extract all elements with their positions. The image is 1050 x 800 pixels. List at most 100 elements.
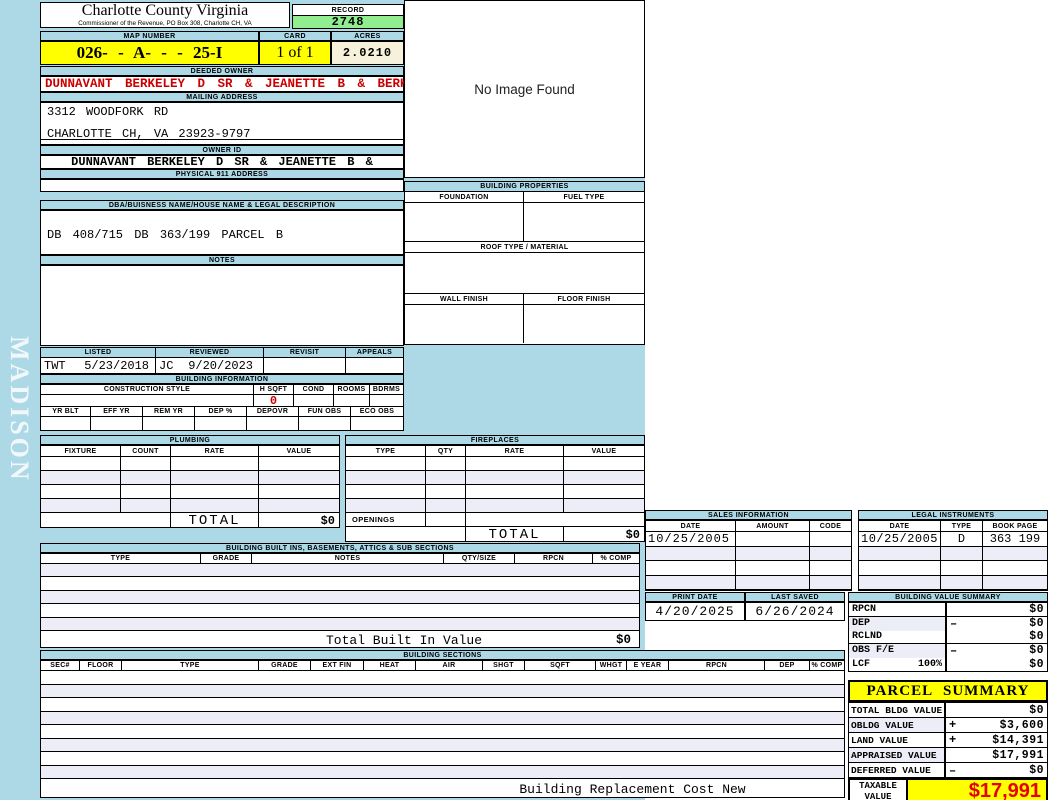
dba-value: DB 408/715 DB 363/199 PARCEL B bbox=[47, 228, 284, 242]
legal-empty-row bbox=[859, 561, 1047, 576]
col-header: CONSTRUCTION STYLE bbox=[41, 385, 254, 394]
col-header: RPCN bbox=[515, 554, 593, 563]
reviewed-by: JC bbox=[159, 359, 174, 373]
col-header: SEC# bbox=[41, 661, 80, 670]
bvs-lcf-percent: 100% bbox=[917, 658, 942, 670]
parcel-summary-table: TOTAL BLDG VALUE $0 OBLDG VALUE + $3,600 … bbox=[848, 702, 1048, 778]
bvs-op: – bbox=[950, 616, 958, 631]
map-number-value: 026- - A- - - 25-I bbox=[40, 41, 259, 65]
col-header: RATE bbox=[466, 446, 564, 456]
col-header: HEAT bbox=[364, 661, 416, 670]
parcel-summary-title: PARCEL SUMMARY bbox=[848, 680, 1048, 702]
parcel-row-total-bldg: TOTAL BLDG VALUE $0 bbox=[849, 703, 1047, 718]
col-header: TYPE bbox=[346, 446, 426, 456]
fireplaces-empty-row bbox=[346, 457, 644, 471]
col-header: DATE bbox=[646, 521, 736, 531]
plumbing-empty-row bbox=[41, 499, 339, 513]
col-header: COUNT bbox=[121, 446, 171, 456]
fuel-type-value bbox=[524, 203, 644, 241]
listed-date: 5/23/2018 bbox=[84, 359, 149, 373]
fireplaces-title: FIREPLACES bbox=[345, 435, 645, 445]
bvs-row-rpcn: RPCN $0 bbox=[849, 603, 1047, 617]
notes-label: NOTES bbox=[40, 255, 404, 265]
building-sections-title: BUILDING SECTIONS bbox=[40, 650, 845, 660]
building-value-summary-title: BUILDING VALUE SUMMARY bbox=[848, 592, 1048, 602]
built-ins-empty-row bbox=[41, 604, 639, 618]
roof-type-label: ROOF TYPE / MATERIAL bbox=[405, 242, 644, 253]
col-header: H SQFT bbox=[254, 385, 294, 394]
building-sections-footer: Building Replacement Cost New bbox=[519, 781, 746, 797]
bvs-label: RCLND bbox=[852, 631, 883, 643]
madison-watermark: MADISON bbox=[5, 336, 34, 483]
revisit-label: REVISIT bbox=[264, 348, 346, 357]
built-ins-empty-row bbox=[41, 617, 639, 631]
plumbing-total-label: TOTAL bbox=[171, 513, 259, 527]
last-saved-label: LAST SAVED bbox=[745, 592, 845, 602]
map-number-label: MAP NUMBER bbox=[40, 31, 259, 41]
built-ins-empty-row bbox=[41, 564, 639, 578]
col-header: FUN OBS bbox=[299, 407, 351, 416]
bvs-row-obs: OBS F/E – $0 bbox=[849, 643, 1047, 658]
parcel-op: – bbox=[949, 763, 957, 778]
bvs-row-dep: DEP – $0 bbox=[849, 616, 1047, 631]
county-title: Charlotte County Virginia bbox=[81, 2, 249, 19]
legal-empty-row bbox=[859, 575, 1047, 590]
card-label: CARD bbox=[259, 31, 331, 41]
legal-row: 10/25/2005 D 363 199 bbox=[859, 532, 1047, 547]
col-header: GRADE bbox=[201, 554, 252, 563]
bvs-value: $0 bbox=[1029, 644, 1044, 658]
physical-911-label: PHYSICAL 911 ADDRESS bbox=[40, 169, 404, 179]
parcel-label: DEFERRED VALUE bbox=[849, 763, 946, 777]
mailing-address-line1: 3312 WOODFORK RD bbox=[47, 105, 169, 119]
card-value: 1 of 1 bbox=[259, 41, 331, 65]
fireplaces-empty-row bbox=[346, 471, 644, 485]
sale-date: 10/25/2005 bbox=[646, 532, 736, 546]
county-subtitle: Commissioner of the Revenue, PO Box 308,… bbox=[78, 20, 252, 27]
col-header: DEP % bbox=[195, 407, 247, 416]
col-header: GRADE bbox=[259, 661, 311, 670]
floor-finish-value bbox=[524, 305, 644, 343]
col-header: SHGT bbox=[483, 661, 525, 670]
foundation-label: FOUNDATION bbox=[405, 192, 524, 202]
col-header: FIXTURE bbox=[41, 446, 121, 456]
col-header: AMOUNT bbox=[736, 521, 810, 531]
building-sections-empty-row bbox=[41, 725, 844, 739]
parcel-value: $17,991 bbox=[992, 748, 1044, 762]
legal-table: DATE TYPE BOOK PAGE 10/25/2005 D 363 199 bbox=[858, 520, 1048, 591]
parcel-row-obldg: OBLDG VALUE + $3,600 bbox=[849, 718, 1047, 733]
parcel-value: $3,600 bbox=[999, 718, 1044, 732]
col-header: FLOOR bbox=[80, 661, 122, 670]
col-header: NOTES bbox=[252, 554, 444, 563]
col-header: ROOMS bbox=[334, 385, 370, 394]
wall-finish-value bbox=[405, 305, 524, 343]
col-header: REM YR bbox=[143, 407, 195, 416]
sale-amount bbox=[736, 532, 810, 546]
parcel-value: $0 bbox=[1029, 764, 1044, 777]
col-header: QTY/SIZE bbox=[444, 554, 515, 563]
rooms-value bbox=[334, 395, 370, 406]
building-sections-empty-row bbox=[41, 752, 844, 766]
fireplaces-total-label: TOTAL bbox=[466, 527, 564, 541]
reviewed-label: REVIEWED bbox=[156, 348, 264, 357]
building-info-value-row2 bbox=[40, 416, 404, 431]
construction-style-value bbox=[41, 395, 254, 406]
fireplaces-openings-label: OPENINGS bbox=[346, 513, 426, 526]
no-image-placeholder: No Image Found bbox=[404, 0, 645, 178]
col-header: E YEAR bbox=[627, 661, 669, 670]
col-header: DATE bbox=[859, 521, 941, 531]
fireplaces-table: TYPE QTY RATE VALUE OPENINGS TOTAL $0 bbox=[345, 445, 645, 542]
appeals-value bbox=[346, 358, 403, 373]
sales-table: DATE AMOUNT CODE 10/25/2005 bbox=[645, 520, 852, 591]
building-properties-box: BUILDING PROPERTIES FOUNDATION FUEL TYPE… bbox=[404, 181, 645, 345]
legal-book-page: 363 199 bbox=[989, 532, 1041, 546]
bvs-label: RPCN bbox=[852, 604, 877, 615]
legal-date: 10/25/2005 bbox=[859, 532, 941, 546]
cond-value bbox=[294, 395, 334, 406]
building-sections-empty-row bbox=[41, 738, 844, 752]
col-header: EFF YR bbox=[91, 407, 143, 416]
built-ins-empty-row bbox=[41, 590, 639, 605]
building-sections-empty-row bbox=[41, 711, 844, 725]
foundation-value bbox=[405, 203, 524, 241]
built-ins-title: BUILDING BUILT INS, BASEMENTS, ATTICS & … bbox=[40, 543, 640, 553]
bvs-value: $0 bbox=[1029, 603, 1044, 616]
